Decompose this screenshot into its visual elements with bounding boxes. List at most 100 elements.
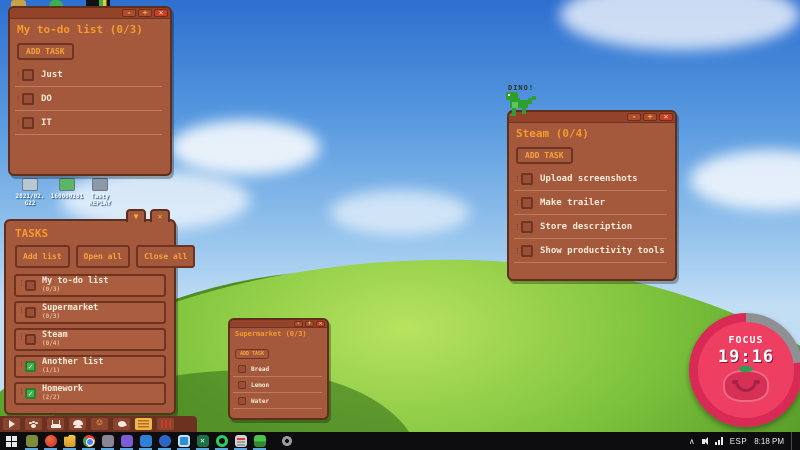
task-checkbox[interactable] (22, 93, 34, 105)
list-count: (0/4) (42, 340, 68, 348)
timer-face: FOCUS 19:16 (698, 322, 794, 418)
taskbar-icon-green-ring[interactable] (212, 432, 231, 450)
collapse-button[interactable]: ▼ (126, 209, 146, 222)
list-item[interactable]: ⋮⋮ ✓ Another list(1/1) (14, 355, 166, 378)
drag-handle-icon[interactable]: ⋮⋮ (514, 249, 521, 253)
taskbar-icon-app-olive[interactable] (22, 432, 41, 450)
titlebar[interactable]: - + ✕ (230, 320, 327, 328)
taskbar-icon-chrome[interactable] (79, 432, 98, 450)
list-item[interactable]: ⋮⋮ Steam(0/4) (14, 328, 166, 351)
show-desktop-button[interactable] (791, 432, 796, 450)
taskbar-icon-plant[interactable] (250, 432, 269, 450)
task-checkbox[interactable] (238, 365, 246, 373)
tray-chevron-icon[interactable]: ∧ (689, 432, 695, 450)
drag-handle-icon[interactable]: ⋮⋮ (18, 335, 25, 339)
desktop-icon-file3[interactable]: Tasty REPLAY (68, 178, 132, 207)
paw-icon[interactable] (25, 418, 42, 430)
drag-handle-icon[interactable]: ⋮⋮ (18, 389, 25, 393)
cart-icon[interactable] (47, 418, 64, 430)
taskbar-icon-app-purple[interactable] (117, 432, 136, 450)
close-button[interactable]: ✕ (154, 9, 168, 17)
task-checkbox[interactable] (521, 197, 533, 209)
volume-icon[interactable] (702, 432, 708, 450)
task-checkbox[interactable] (22, 117, 34, 129)
open-all-button[interactable]: Open all (76, 245, 131, 268)
task-label: Just (41, 70, 63, 80)
add-list-button[interactable]: Add list (15, 245, 70, 268)
timer-progress-ring: FOCUS 19:16 (689, 313, 800, 427)
cloud (560, 0, 800, 50)
drag-handle-icon[interactable]: ⋮⋮ (15, 97, 22, 101)
add-task-button[interactable]: ADD TASK (235, 349, 269, 359)
taskbar-icon-settings[interactable] (277, 432, 296, 450)
brain-icon[interactable] (113, 418, 130, 430)
taskbar-icon-app-gray[interactable] (98, 432, 117, 450)
task-checkbox[interactable] (521, 245, 533, 257)
task-row[interactable]: ⋮⋮ Water (233, 393, 322, 409)
task-row[interactable]: ⋮⋮ IT (15, 111, 162, 135)
list-icon[interactable] (135, 418, 152, 430)
list-name: My to-do list (42, 277, 109, 285)
focus-timer-widget[interactable]: FOCUS 19:16 (689, 313, 800, 427)
drag-handle-icon[interactable]: ⋮⋮ (514, 201, 521, 205)
network-icon[interactable] (715, 437, 723, 445)
task-row[interactable]: ⋮⋮ Make trailer (514, 191, 667, 215)
start-button[interactable] (0, 432, 22, 450)
drag-handle-icon[interactable]: ⋮⋮ (15, 73, 22, 77)
dino-pet[interactable]: DINO! (502, 84, 542, 114)
play-icon[interactable] (3, 418, 20, 430)
system-tray: ∧ ESP 8:18 PM (689, 432, 800, 450)
drag-handle-icon[interactable]: ⋮⋮ (514, 177, 521, 181)
task-label: Water (251, 398, 269, 405)
add-button[interactable]: + (138, 9, 152, 17)
language-indicator[interactable]: ESP (730, 432, 748, 450)
task-checkbox[interactable] (238, 397, 246, 405)
titlebar[interactable]: - + ✕ (10, 8, 170, 19)
taskbar-icon-browser-red[interactable] (41, 432, 60, 450)
smiley-icon[interactable]: ☺ (91, 418, 108, 430)
task-row[interactable]: ⋮⋮ Store description (514, 215, 667, 239)
window-title: My to-do list (0/3) (17, 23, 163, 36)
task-row[interactable]: ⋮⋮ Lemon (233, 377, 322, 393)
drag-handle-icon[interactable]: ⋮⋮ (15, 121, 22, 125)
task-row[interactable]: ⋮⋮ Upload screenshots (514, 167, 667, 191)
taskbar-icon-recycle-bin[interactable] (231, 432, 250, 450)
list-item[interactable]: ⋮⋮ ✓ Homework(2/2) (14, 382, 166, 405)
task-label: Upload screenshots (540, 174, 638, 184)
task-checkbox[interactable] (22, 69, 34, 81)
task-row[interactable]: ⋮⋮ DO (15, 87, 162, 111)
taskbar-icon-app-blue-round[interactable] (155, 432, 174, 450)
drag-handle-icon[interactable]: ⋮⋮ (18, 308, 25, 312)
taskbar-icon-excel[interactable] (193, 432, 212, 450)
timer-mode-label: FOCUS (728, 335, 763, 346)
minimize-button[interactable]: - (627, 113, 641, 121)
task-row[interactable]: ⋮⋮ Just (15, 63, 162, 87)
add-button[interactable]: + (643, 113, 657, 121)
drag-handle-icon[interactable]: ⋮⋮ (514, 225, 521, 229)
close-button[interactable]: ✕ (316, 321, 325, 327)
list-item[interactable]: ⋮⋮ My to-do list(0/3) (14, 274, 166, 297)
task-checkbox[interactable] (521, 173, 533, 185)
close-all-button[interactable]: Close all (136, 245, 195, 268)
taskbar-icon-app-teal[interactable] (174, 432, 193, 450)
list-item[interactable]: ⋮⋮ Supermarket(0/3) (14, 301, 166, 324)
add-button[interactable]: + (305, 321, 314, 327)
close-button[interactable]: ✕ (659, 113, 673, 121)
close-button[interactable]: ✕ (150, 209, 170, 222)
clock[interactable]: 8:18 PM (754, 432, 784, 450)
drag-handle-icon[interactable]: ⋮⋮ (18, 281, 25, 285)
minimize-button[interactable]: - (122, 9, 136, 17)
add-task-button[interactable]: ADD TASK (516, 147, 573, 164)
minimize-button[interactable]: - (294, 321, 303, 327)
task-row[interactable]: ⋮⋮ Bread (233, 361, 322, 377)
task-row[interactable]: ⋮⋮ Show productivity tools (514, 239, 667, 263)
taskbar-icon-file-explorer[interactable] (60, 432, 79, 450)
add-task-button[interactable]: ADD TASK (17, 43, 74, 60)
taskbar-icon-app-blue-square[interactable] (136, 432, 155, 450)
stats-bars-icon[interactable] (157, 418, 174, 430)
task-checkbox[interactable] (521, 221, 533, 233)
drag-handle-icon[interactable]: ⋮⋮ (18, 362, 25, 366)
mushroom-icon[interactable] (69, 418, 86, 430)
timer-countdown: 19:16 (718, 347, 774, 367)
task-checkbox[interactable] (238, 381, 246, 389)
